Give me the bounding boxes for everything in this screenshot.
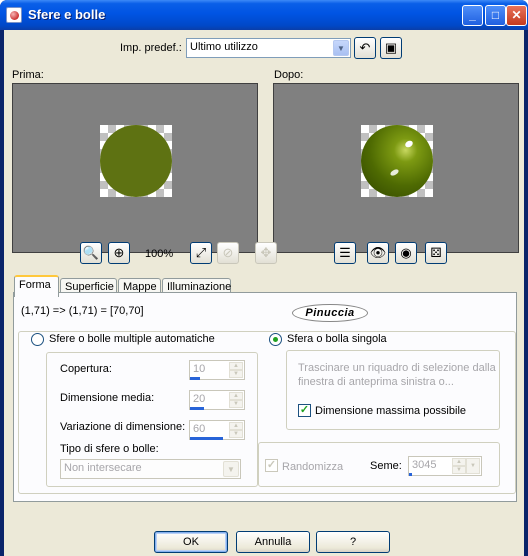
eye-icon: ◉ [400, 245, 412, 260]
zoom-out-button[interactable]: 🔍 [80, 242, 102, 264]
undo-arrow-icon: ↶ [359, 40, 371, 55]
cancel-button[interactable]: Annulla [236, 531, 310, 553]
zoom-level: 100% [145, 248, 174, 260]
seed-label: Seme: [370, 460, 402, 472]
before-label: Prima: [12, 69, 44, 81]
seed-spinner[interactable]: 3045 ▲ ▼ ▼ [408, 456, 482, 476]
tab-forma[interactable]: Forma [14, 275, 59, 297]
help-button[interactable]: ? [316, 531, 390, 553]
fit-window-icon: ⤢ [195, 245, 207, 260]
sphere-type-value: Non intersecare [64, 462, 142, 474]
chevron-down-icon[interactable]: ▼ [466, 458, 480, 474]
minimize-icon[interactable]: _ [462, 5, 483, 26]
after-label: Dopo: [274, 69, 304, 81]
avg-size-label: Dimensione media: [60, 392, 155, 404]
reset-button[interactable]: ↶ [354, 37, 376, 59]
randomize-checkbox[interactable]: ✓ [265, 459, 278, 472]
watermark-logo: Pinuccia [292, 304, 368, 322]
spin-up-icon[interactable]: ▲ [229, 392, 243, 400]
logo-text: Pinuccia [305, 307, 355, 319]
window-title: Sfere e bolle [28, 7, 106, 22]
sphere-type-label: Tipo di sfere o bolle: [60, 443, 159, 455]
lock-preview-button[interactable]: 👁 [367, 242, 389, 264]
zoom-out-icon: 🔍 [82, 245, 100, 260]
avg-size-slider[interactable] [190, 407, 204, 410]
single-sphere-label[interactable]: Sfera o bolla singola [287, 333, 390, 345]
size-variation-spinner[interactable]: 60 ▲ ▼ [189, 420, 245, 440]
transparency-checker [100, 125, 172, 197]
title-bar[interactable]: Sfere e bolle _ □ ✕ [0, 0, 528, 30]
spin-up-icon[interactable]: ▲ [229, 422, 243, 430]
preset-dropdown[interactable]: Ultimo utilizzo ▼ [186, 38, 351, 58]
seed-value: 3045 [412, 459, 437, 471]
before-preview[interactable] [12, 83, 258, 253]
spin-up-icon[interactable]: ▲ [229, 362, 243, 370]
spin-up-icon[interactable]: ▲ [452, 458, 466, 466]
avg-size-value: 20 [193, 393, 206, 405]
toggle-preview-button[interactable]: ☰ [334, 242, 356, 264]
close-icon[interactable]: ✕ [506, 5, 527, 26]
dialog-client-area: Imp. predef.: Ultimo utilizzo ▼ ↶ ▣ Prim… [4, 30, 524, 556]
proof-button[interactable]: ⊘ [217, 242, 239, 264]
shiny-sphere-preview [361, 125, 433, 197]
coverage-slider[interactable] [190, 377, 200, 380]
coords-readout: (1,71) => (1,71) = [70,70] [21, 305, 144, 317]
randomize-label[interactable]: Randomizza [282, 461, 343, 473]
after-preview[interactable] [273, 83, 519, 253]
preset-label: Imp. predef.: [120, 42, 182, 54]
randomize-button[interactable]: ⚄ [425, 242, 447, 264]
single-sphere-radio[interactable] [269, 333, 282, 346]
chevron-down-icon[interactable]: ▼ [223, 461, 239, 477]
coverage-label: Copertura: [60, 363, 112, 375]
single-sphere-hint: Trascinare un riquadro di selezione dall… [298, 362, 496, 388]
avg-size-spinner[interactable]: 20 ▲ ▼ [189, 390, 245, 410]
zoom-in-button[interactable]: ⊕ [108, 242, 130, 264]
green-sphere-preview [100, 125, 172, 197]
move-icon: ✥ [260, 245, 272, 260]
preset-value: Ultimo utilizzo [190, 41, 258, 53]
preview-layout-icon: ☰ [339, 245, 351, 260]
spin-down-icon[interactable]: ▼ [229, 400, 243, 408]
transparency-checker [361, 125, 433, 197]
spin-down-icon[interactable]: ▼ [452, 466, 466, 474]
ok-button[interactable]: OK [154, 531, 228, 553]
preview-on-image-button[interactable]: ◉ [395, 242, 417, 264]
dice-icon: ⚄ [430, 245, 442, 260]
zoom-in-icon: ⊕ [113, 245, 125, 260]
save-preset-button[interactable]: ▣ [380, 37, 402, 59]
highlight-spot [404, 139, 414, 149]
highlight-spot [389, 168, 400, 177]
chevron-down-icon[interactable]: ▼ [333, 40, 349, 56]
size-variation-value: 60 [193, 423, 206, 435]
size-variation-slider[interactable] [190, 437, 223, 440]
spin-down-icon[interactable]: ▼ [229, 370, 243, 378]
coverage-value: 10 [193, 363, 206, 375]
maximize-icon[interactable]: □ [485, 5, 506, 26]
fit-to-window-button[interactable]: ⤢ [190, 242, 212, 264]
floppy-disk-icon: ▣ [384, 40, 398, 55]
dialog-window: Sfere e bolle _ □ ✕ Imp. predef.: Ultimo… [0, 0, 528, 556]
app-icon[interactable] [6, 7, 22, 23]
pan-button[interactable]: ✥ [255, 242, 277, 264]
multi-spheres-label[interactable]: Sfere o bolle multiple automatiche [49, 333, 218, 345]
spin-down-icon[interactable]: ▼ [229, 430, 243, 438]
proof-icon: ⊘ [222, 245, 234, 260]
sphere-type-dropdown[interactable]: Non intersecare ▼ [60, 459, 241, 479]
max-size-label[interactable]: Dimensione massima possibile [315, 405, 466, 417]
multi-spheres-radio[interactable] [31, 333, 44, 346]
seed-slider[interactable] [409, 473, 412, 476]
max-size-checkbox[interactable]: ✓ [298, 404, 311, 417]
coverage-spinner[interactable]: 10 ▲ ▼ [189, 360, 245, 380]
eye-lock-icon: 👁 [369, 245, 387, 260]
size-variation-label: Variazione di dimensione: [60, 421, 186, 433]
